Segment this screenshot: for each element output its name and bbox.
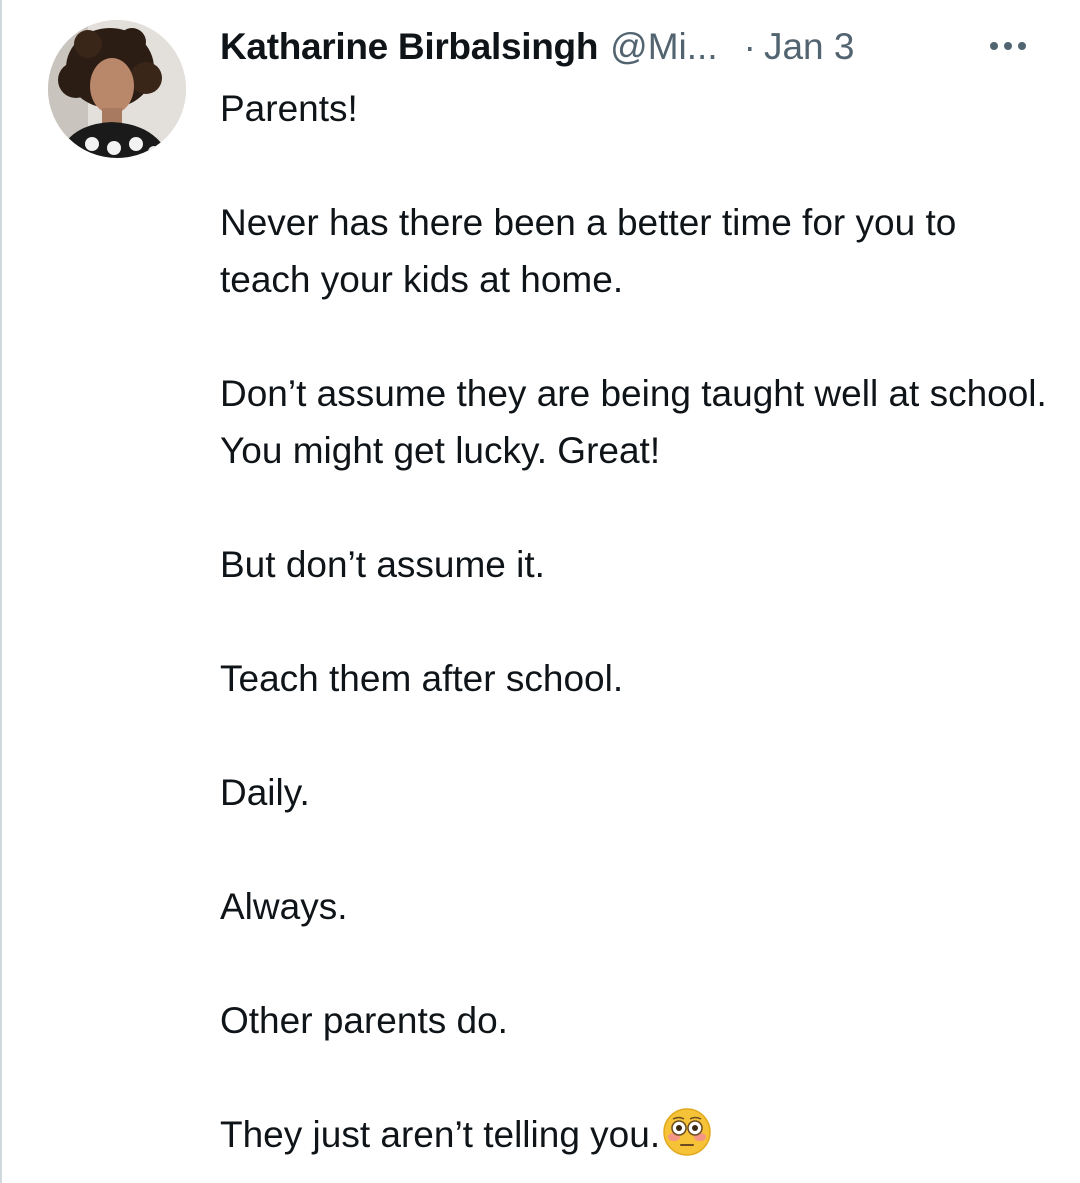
more-horizontal-icon xyxy=(990,42,998,50)
author-name[interactable]: Katharine Birbalsingh xyxy=(220,26,598,68)
tweet-text: Parents! Never has there been a better t… xyxy=(220,80,1050,1163)
tweet-paragraph: Daily. xyxy=(220,772,310,813)
more-horizontal-icon xyxy=(1004,42,1012,50)
tweet-paragraph: Always. xyxy=(220,886,348,927)
tweet-paragraph: But don’t assume it. xyxy=(220,544,545,585)
avatar[interactable] xyxy=(48,20,186,158)
flushed-face-emoji xyxy=(663,1108,711,1156)
tweet-paragraph: Parents! xyxy=(220,88,358,129)
tweet-header: Katharine Birbalsingh @Mi... · Jan 3 xyxy=(220,22,1050,72)
more-horizontal-icon xyxy=(1018,42,1026,50)
tweet-paragraph: Never has there been a better time for y… xyxy=(220,202,957,300)
tweet-paragraph: Other parents do. xyxy=(220,1000,508,1041)
tweet-paragraph-last: They just aren’t telling you. xyxy=(220,1106,1050,1163)
tweet-timestamp[interactable]: Jan 3 xyxy=(764,26,855,68)
header-separator: · xyxy=(743,26,756,67)
more-options-button[interactable] xyxy=(980,30,1036,62)
tweet-paragraph: Don’t assume they are being taught well … xyxy=(220,373,1047,471)
author-handle[interactable]: @Mi... xyxy=(610,26,717,68)
timeline-border xyxy=(0,0,2,1183)
tweet-paragraph: Teach them after school. xyxy=(220,658,624,699)
tweet-paragraph: They just aren’t telling you. xyxy=(220,1114,661,1155)
profile-photo xyxy=(48,20,186,158)
